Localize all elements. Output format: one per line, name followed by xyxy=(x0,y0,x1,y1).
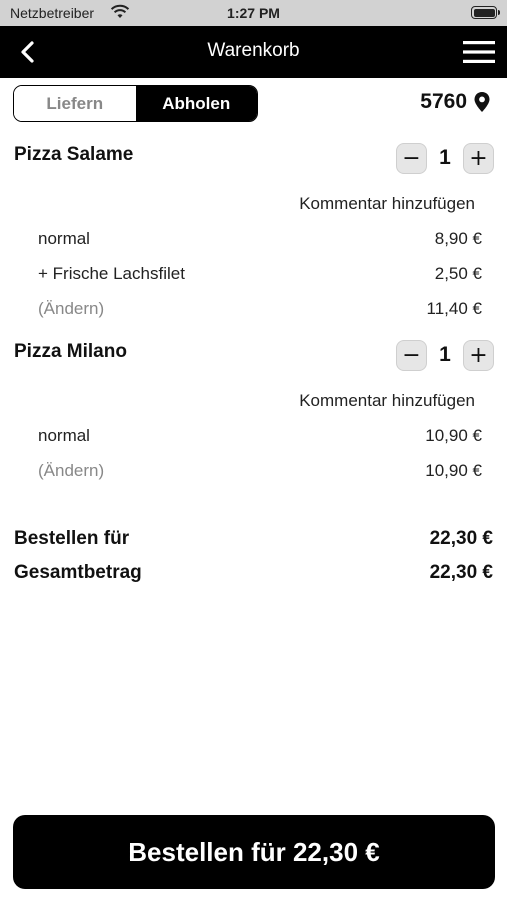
quantity-value: 1 xyxy=(439,146,451,169)
decrease-quantity-button[interactable]: − xyxy=(396,339,427,371)
status-time: 1:27 PM xyxy=(227,5,280,21)
increase-quantity-button[interactable]: + xyxy=(463,142,494,174)
item-subtotal: 10,90 € xyxy=(425,461,482,480)
item-option-price: 10,90 € xyxy=(425,426,482,445)
order-for-value: 22,30 € xyxy=(429,528,493,549)
add-comment-link[interactable]: Kommentar hinzufügen xyxy=(299,194,475,214)
cart-item-name: Pizza Salame xyxy=(14,144,134,165)
quantity-stepper: − 1 + xyxy=(396,142,494,174)
status-bar: Netzbetreiber 1:27 PM xyxy=(0,0,507,26)
postal-code: 5760 xyxy=(420,90,467,113)
tab-abholen[interactable]: Abholen xyxy=(135,86,257,121)
cart-item-name: Pizza Milano xyxy=(14,341,127,362)
nav-bar: Warenkorb xyxy=(0,26,507,78)
grand-total-label: Gesamtbetrag xyxy=(14,562,142,583)
delivery-mode-toggle: Liefern Abholen xyxy=(13,85,258,122)
quantity-stepper: − 1 + xyxy=(396,339,494,371)
location-selector[interactable]: 5760 xyxy=(420,90,491,114)
hamburger-menu-icon[interactable] xyxy=(461,38,497,66)
order-for-label: Bestellen für xyxy=(14,528,130,549)
page-title: Warenkorb xyxy=(207,40,300,61)
change-item-link[interactable]: (Ändern) xyxy=(38,299,104,319)
battery-icon xyxy=(471,6,500,19)
decrease-quantity-button[interactable]: − xyxy=(396,142,427,174)
grand-total-value: 22,30 € xyxy=(429,562,493,583)
add-comment-link[interactable]: Kommentar hinzufügen xyxy=(299,391,475,411)
location-pin-icon xyxy=(474,92,490,112)
item-option-price: 8,90 € xyxy=(434,229,482,248)
tab-liefern[interactable]: Liefern xyxy=(14,86,136,121)
place-order-button[interactable]: Bestellen für 22,30 € xyxy=(13,815,495,889)
change-item-link[interactable]: (Ändern) xyxy=(38,461,104,481)
item-subtotal: 11,40 € xyxy=(426,299,482,318)
increase-quantity-button[interactable]: + xyxy=(463,339,494,371)
item-option-label: normal xyxy=(38,426,90,445)
quantity-value: 1 xyxy=(439,343,451,366)
item-extra-label: + Frische Lachsfilet xyxy=(38,264,185,283)
item-extra-price: 2,50 € xyxy=(434,264,482,283)
item-option-label: normal xyxy=(38,229,90,248)
